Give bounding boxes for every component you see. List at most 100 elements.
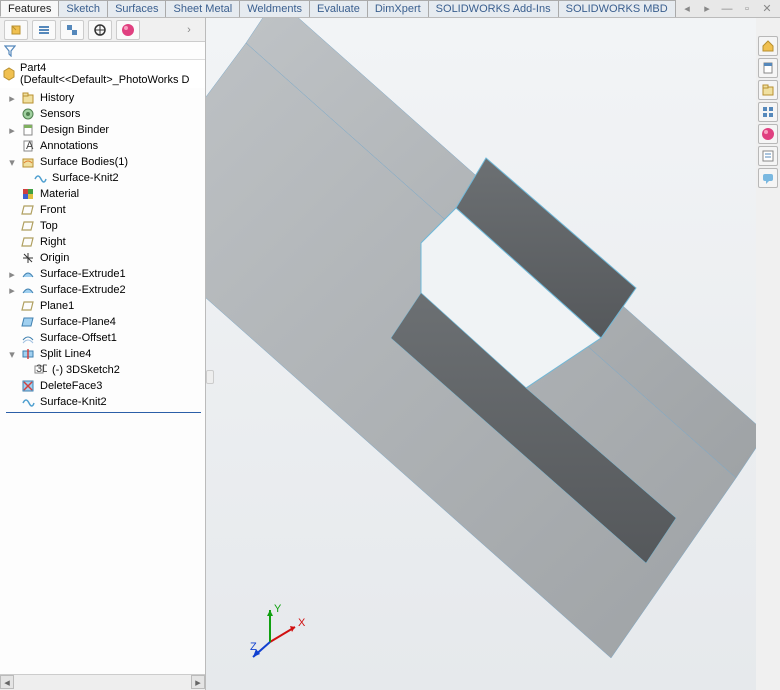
expand-caret-icon[interactable]: ▾ (8, 348, 16, 361)
rollback-bar[interactable] (6, 412, 201, 413)
tab-surfaces[interactable]: Surfaces (107, 0, 166, 17)
command-manager-tabs: Features Sketch Surfaces Sheet Metal Wel… (0, 0, 780, 18)
tree-item-surface-knit2[interactable]: Surface-Knit2 (2, 394, 205, 410)
surf-icon (20, 267, 36, 281)
expand-caret-icon[interactable]: ▸ (8, 284, 16, 297)
tree-item-material-not-specified-[interactable]: Material (2, 186, 205, 202)
plane-icon (20, 299, 36, 313)
svg-text:Z: Z (250, 641, 257, 653)
tree-item-top[interactable]: Top (2, 218, 205, 234)
tree-item-label: Annotations (40, 140, 98, 152)
prev-window-icon[interactable]: ◂ (680, 2, 694, 16)
tab-addins[interactable]: SOLIDWORKS Add-Ins (428, 0, 559, 17)
minimize-icon[interactable]: — (720, 2, 734, 16)
tab-sheet-metal[interactable]: Sheet Metal (165, 0, 240, 17)
tree-item-surface-plane4[interactable]: Surface-Plane4 (2, 314, 205, 330)
tree-item-surface-bodies-1-[interactable]: ▾ Surface Bodies(1) (2, 154, 205, 170)
graphics-viewport[interactable]: X Y Z (206, 18, 756, 690)
sensor-icon (20, 107, 36, 121)
tree-item-surface-offset1[interactable]: Surface-Offset1 (2, 330, 205, 346)
tree-item-label: Surface-Offset1 (40, 332, 117, 344)
tree-item-origin[interactable]: Origin (2, 250, 205, 266)
tab-sketch[interactable]: Sketch (58, 0, 108, 17)
svg-text:A: A (26, 140, 34, 152)
manager-tabs: › (0, 18, 205, 42)
design-library-icon[interactable] (758, 58, 778, 78)
close-icon[interactable]: ✕ (760, 2, 774, 16)
tab-dimxpert[interactable]: DimXpert (367, 0, 429, 17)
view-palette-icon[interactable] (758, 102, 778, 122)
origin-icon (20, 251, 36, 265)
svg-text:X: X (298, 617, 306, 629)
tree-root[interactable]: Part4 (Default<<Default>_PhotoWorks D (0, 60, 205, 88)
tree-item--3dsketch2[interactable]: 3D(-) 3DSketch2 (2, 362, 205, 378)
horizontal-scrollbar[interactable]: ◂ ▸ (0, 674, 205, 690)
tab-evaluate[interactable]: Evaluate (309, 0, 368, 17)
tree-item-label: Surface-Extrude1 (40, 268, 126, 280)
part-icon (2, 67, 16, 81)
tree-item-label: Material (40, 188, 79, 200)
expand-panel-icon[interactable]: › (177, 20, 201, 40)
tree-item-label: DeleteFace3 (40, 380, 102, 392)
tree-item-label: Top (40, 220, 58, 232)
tab-weldments[interactable]: Weldments (239, 0, 310, 17)
tree-item-front[interactable]: Front (2, 202, 205, 218)
tree-item-label: Plane1 (40, 300, 74, 312)
knit-icon (20, 395, 36, 409)
filter-bar[interactable] (0, 42, 205, 60)
funnel-icon (4, 45, 16, 57)
tree-item-sensors[interactable]: Sensors (2, 106, 205, 122)
task-pane (758, 36, 778, 188)
next-window-icon[interactable]: ▸ (700, 2, 714, 16)
annotation-icon: A (20, 139, 36, 153)
tree-root-label: Part4 (Default<<Default>_PhotoWorks D (20, 62, 203, 86)
custom-properties-icon[interactable] (758, 146, 778, 166)
tree-item-label: (-) 3DSketch2 (52, 364, 120, 376)
tree-item-history[interactable]: ▸ History (2, 90, 205, 106)
tree-item-design-binder[interactable]: ▸ Design Binder (2, 122, 205, 138)
file-explorer-icon[interactable] (758, 80, 778, 100)
orientation-triad[interactable]: X Y Z (250, 602, 310, 662)
dimxpert-manager-tab-icon[interactable] (88, 20, 112, 40)
expand-caret-icon[interactable]: ▸ (8, 124, 16, 137)
plane-icon (20, 235, 36, 249)
tree-item-label: Surface-Knit2 (40, 396, 107, 408)
scroll-left-icon[interactable]: ◂ (0, 675, 14, 689)
tree-item-label: Surface-Extrude2 (40, 284, 126, 296)
tree-item-plane1[interactable]: Plane1 (2, 298, 205, 314)
tree-item-label: Front (40, 204, 66, 216)
tab-mbd[interactable]: SOLIDWORKS MBD (558, 0, 676, 17)
tree-item-surface-extrude2[interactable]: ▸ Surface-Extrude2 (2, 282, 205, 298)
tab-features[interactable]: Features (0, 0, 59, 17)
tree-item-label: Design Binder (40, 124, 109, 136)
tree-item-label: Surface-Knit2 (52, 172, 119, 184)
feature-manager-tab-icon[interactable] (4, 20, 28, 40)
home-icon[interactable] (758, 36, 778, 56)
display-manager-tab-icon[interactable] (116, 20, 140, 40)
expand-caret-icon[interactable]: ▾ (8, 156, 16, 169)
tree-item-split-line4[interactable]: ▾Split Line4 (2, 346, 205, 362)
appearances-icon[interactable] (758, 124, 778, 144)
plane-icon (20, 219, 36, 233)
expand-caret-icon[interactable]: ▸ (8, 92, 16, 105)
tree-item-label: Origin (40, 252, 69, 264)
tree-item-label: Surface Bodies(1) (40, 156, 128, 168)
svg-text:Y: Y (274, 603, 282, 615)
tree-item-label: History (40, 92, 74, 104)
tree-item-surface-extrude1[interactable]: ▸ Surface-Extrude1 (2, 266, 205, 282)
split-icon (20, 347, 36, 361)
restore-icon[interactable]: ▫ (740, 2, 754, 16)
configuration-manager-tab-icon[interactable] (60, 20, 84, 40)
panel-splitter-handle[interactable] (206, 370, 214, 384)
tree-item-deleteface3[interactable]: DeleteFace3 (2, 378, 205, 394)
property-manager-tab-icon[interactable] (32, 20, 56, 40)
tree-item-right[interactable]: Right (2, 234, 205, 250)
tree-item-annotations[interactable]: A Annotations (2, 138, 205, 154)
scroll-right-icon[interactable]: ▸ (191, 675, 205, 689)
offset-icon (20, 331, 36, 345)
tree-item-surface-knit2[interactable]: Surface-Knit2 (2, 170, 205, 186)
forum-icon[interactable] (758, 168, 778, 188)
surf-icon (20, 283, 36, 297)
folder-icon (20, 91, 36, 105)
expand-caret-icon[interactable]: ▸ (8, 268, 16, 281)
